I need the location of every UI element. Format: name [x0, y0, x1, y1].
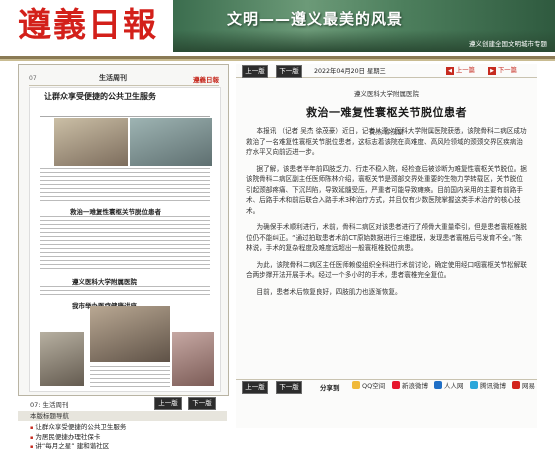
headline-link[interactable]: 为居民便捷办理社保卡	[30, 433, 227, 443]
header-divider-light	[0, 59, 555, 61]
page-header: 07 生活周刊 遵義日報	[29, 73, 219, 86]
page-number: 07	[29, 75, 37, 82]
article-title: 救治一难复性寰枢关节脱位患者	[306, 106, 467, 119]
share-netease[interactable]: 网易	[512, 381, 535, 391]
masthead-logo[interactable]: 遵義日報	[18, 6, 158, 44]
qzone-icon	[352, 381, 360, 389]
current-page-label: 07: 生活周刊	[30, 401, 69, 409]
prev-page-button[interactable]: 上一版	[242, 381, 268, 394]
page-thumbnail-panel: 07 生活周刊 遵義日報 让群众享受便捷的公共卫生服务 救治一难复性寰枢关节脱位…	[18, 64, 229, 450]
article-bottom-bar: 上一版 下一版 分享到 QQ空间 新浪微博 人人网 腾讯微博 网易	[236, 379, 537, 394]
page-title: 生活周刊	[99, 74, 127, 82]
next-page-button[interactable]: 下一版	[276, 65, 302, 78]
article-kicker: 遵义医科大学附属医院	[354, 90, 419, 98]
renren-icon	[434, 381, 442, 389]
next-article-link[interactable]: ▶ 下一篇	[488, 65, 517, 75]
next-page-button[interactable]: 下一版	[188, 397, 216, 410]
headline-nav: 本版标题导航 让群众享受便捷的公共卫生服务 为居民便捷办理社保卡 讲“每月之星”…	[18, 411, 227, 471]
arrow-right-icon: ▶	[488, 67, 496, 75]
article-panel: 上一版 下一版 2022年04月20日 星期三 ◀ 上一篇 ▶ 下一篇 遵义医科大学…	[236, 64, 537, 428]
share-renren[interactable]: 人人网	[434, 381, 464, 391]
tencent-weibo-icon	[470, 381, 478, 389]
headline-list: 让群众享受便捷的公共卫生服务 为居民便捷办理社保卡 讲“每月之星” 建和谐社区	[18, 421, 227, 452]
text-block[interactable]	[40, 216, 210, 272]
text-block[interactable]	[40, 286, 210, 296]
page-logo: 遵義日報	[193, 76, 219, 84]
text-block[interactable]	[90, 366, 170, 388]
banner[interactable]: 文明——遵义最美的风景 遵义创建全国文明城市专题	[173, 0, 555, 52]
weibo-icon	[392, 381, 400, 389]
page-headline-3[interactable]: 遵义医科大学附属医院	[72, 276, 137, 286]
prev-page-button[interactable]: 上一版	[154, 397, 182, 410]
article-paragraph: 为此，该院骨科二病区主任医师赖俊组织全科进行术前讨论，确定使用经口咽寰枢关节松解…	[246, 260, 527, 280]
page-headline-1[interactable]: 让群众享受便捷的公共卫生服务	[44, 91, 156, 102]
share-qzone[interactable]: QQ空间	[352, 381, 385, 391]
banner-slogan: 文明——遵义最美的风景	[227, 10, 404, 28]
page-nav: 07: 生活周刊 上一版 下一版	[18, 396, 227, 410]
page-photo[interactable]	[130, 118, 212, 166]
page-preview-box: 07 生活周刊 遵義日報 让群众享受便捷的公共卫生服务 救治一难复性寰枢关节脱位…	[18, 64, 229, 396]
page-photo[interactable]	[40, 332, 84, 386]
headline-underline	[40, 102, 210, 117]
page-photo[interactable]	[172, 332, 214, 386]
site-header: 遵義日報 文明——遵义最美的风景 遵义创建全国文明城市专题	[0, 0, 555, 56]
share-label: 分享到	[320, 384, 340, 392]
page-photo[interactable]	[90, 306, 170, 362]
headline-link[interactable]: 讲“每月之星” 建和谐社区	[30, 442, 227, 452]
share-tencent-weibo[interactable]: 腾讯微博	[470, 381, 506, 391]
share-weibo[interactable]: 新浪微博	[392, 381, 428, 391]
article-paragraph: 目前，患者术后恢复良好，四肢肌力也逐渐恢复。	[256, 287, 402, 296]
headline-nav-title: 本版标题导航	[18, 411, 227, 421]
article-body: 本报讯 （记者 吴杰 徐茂豪）近日，记者从遵义医科大学附属医院获悉，该院骨科二病…	[246, 126, 527, 303]
newspaper-page-image[interactable]: 让群众享受便捷的公共卫生服务 救治一难复性寰枢关节脱位患者 遵义医科大学附属医院…	[29, 87, 221, 392]
article-paragraph: 本报讯 （记者 吴杰 徐茂豪）近日，记者从遵义医科大学附属医院获悉，该院骨科二病…	[246, 127, 527, 156]
arrow-left-icon: ◀	[446, 67, 454, 75]
article-toolbar: 上一版 下一版 2022年04月20日 星期三 ◀ 上一篇 ▶ 下一篇	[236, 64, 537, 78]
netease-icon	[512, 381, 520, 389]
next-page-button[interactable]: 下一版	[276, 381, 302, 394]
article-paragraph: 为确保手术顺利进行，术前，骨科二病区对该患者进行了颅骨大重量牵引，但是患者寰枢椎…	[246, 223, 527, 252]
banner-subtitle: 遵义创建全国文明城市专题	[469, 40, 547, 48]
page-photo[interactable]	[54, 118, 128, 166]
issue-date: 2022年04月20日 星期三	[314, 68, 386, 75]
text-block[interactable]	[40, 168, 210, 202]
prev-article-link[interactable]: ◀ 上一篇	[446, 65, 475, 75]
article-paragraph: 据了解，该患者半年前四肢乏力、行走不稳入院，经检查后被诊断为难复性寰枢关节脱位。…	[246, 164, 527, 215]
prev-page-button[interactable]: 上一版	[242, 65, 268, 78]
page-headline-2[interactable]: 救治一难复性寰枢关节脱位患者	[70, 206, 161, 216]
